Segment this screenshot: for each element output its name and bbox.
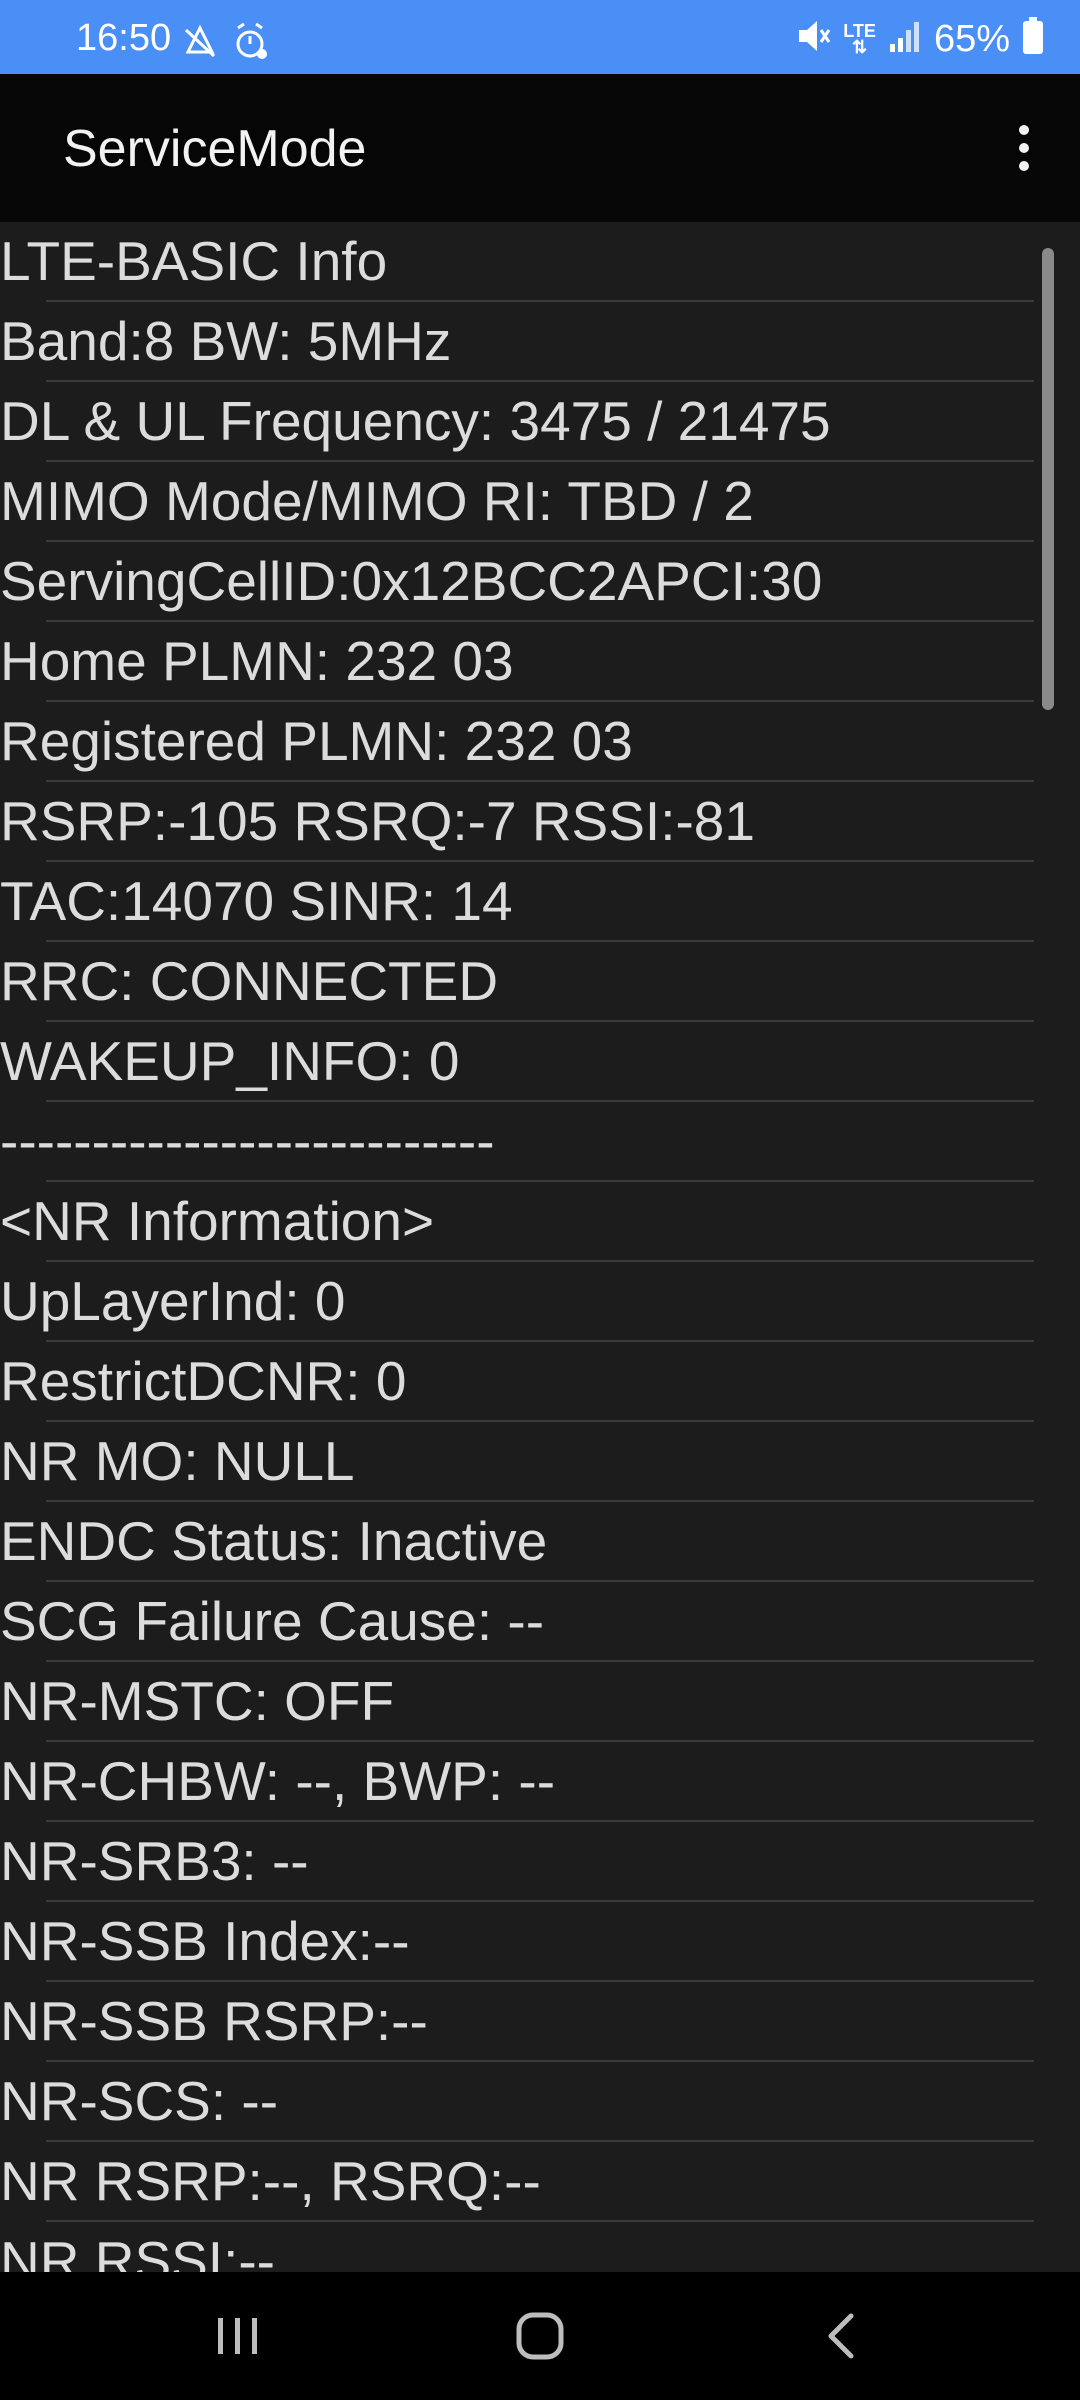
list-item: ENDC Status: Inactive bbox=[0, 1502, 1080, 1582]
list-item-text: NR RSRP:--, RSRQ:-- bbox=[0, 2150, 541, 2212]
navigation-bar bbox=[0, 2272, 1080, 2400]
list-item-text: WAKEUP_INFO: 0 bbox=[0, 1030, 460, 1092]
status-bar: 16:50 LTE ⇅ 65% bbox=[0, 0, 1080, 74]
list-item-text: NR-SCS: -- bbox=[0, 2070, 279, 2132]
no-sim-alert-icon bbox=[180, 22, 220, 67]
list-item: MIMO Mode/MIMO RI: TBD / 2 bbox=[0, 462, 1080, 542]
list-item: NR-SRB3: -- bbox=[0, 1822, 1080, 1902]
list-item: WAKEUP_INFO: 0 bbox=[0, 1022, 1080, 1102]
list-item-text: --------------------------- bbox=[0, 1110, 495, 1172]
list-item-text: ENDC Status: Inactive bbox=[0, 1510, 548, 1572]
list-item-text: NR-SRB3: -- bbox=[0, 1830, 309, 1892]
scrollbar-thumb[interactable] bbox=[1042, 248, 1054, 710]
list-item-text: UpLayerInd: 0 bbox=[0, 1270, 346, 1332]
back-button[interactable] bbox=[807, 2306, 877, 2366]
network-type-label: LTE bbox=[843, 20, 876, 41]
alarm-settings-icon bbox=[234, 22, 270, 67]
list-item-text: <NR Information> bbox=[0, 1190, 435, 1252]
list-item: UpLayerInd: 0 bbox=[0, 1262, 1080, 1342]
list-item-text: RRC: CONNECTED bbox=[0, 950, 499, 1012]
home-button[interactable] bbox=[505, 2306, 575, 2366]
list-item-text: NR-CHBW: --, BWP: -- bbox=[0, 1750, 556, 1812]
list-item: RSRP:-105 RSRQ:-7 RSSI:-81 bbox=[0, 782, 1080, 862]
list-item-text: ServingCellID:0x12BCC2APCI:30 bbox=[0, 550, 823, 612]
battery-percent: 65% bbox=[933, 17, 1010, 60]
back-icon bbox=[828, 2313, 854, 2359]
list-item-text: NR-SSB RSRP:-- bbox=[0, 1990, 428, 2052]
mute-icon bbox=[795, 16, 831, 61]
app-title: ServiceMode bbox=[63, 120, 367, 178]
list-item: SCG Failure Cause: -- bbox=[0, 1582, 1080, 1662]
list-item-text: DL & UL Frequency: 3475 / 21475 bbox=[0, 390, 831, 452]
list-item-text: NR RSSI:-- bbox=[0, 2230, 275, 2272]
list-item-text: RestrictDCNR: 0 bbox=[0, 1350, 407, 1412]
signal-strength-icon bbox=[888, 18, 922, 59]
list-item: NR-CHBW: --, BWP: -- bbox=[0, 1742, 1080, 1822]
list-item-text: Band:8 BW: 5MHz bbox=[0, 310, 452, 372]
list-item: <NR Information> bbox=[0, 1182, 1080, 1262]
list-item: --------------------------- bbox=[0, 1102, 1080, 1182]
list-item: NR RSRP:--, RSRQ:-- bbox=[0, 2142, 1080, 2222]
status-left-icons bbox=[180, 22, 270, 67]
overflow-menu-button[interactable] bbox=[996, 118, 1052, 178]
list-item-text: NR-MSTC: OFF bbox=[0, 1670, 395, 1732]
list-item: ServingCellID:0x12BCC2APCI:30 bbox=[0, 542, 1080, 622]
overflow-menu-icon bbox=[1019, 125, 1029, 171]
list-item: Home PLMN: 232 03 bbox=[0, 622, 1080, 702]
recent-apps-button[interactable] bbox=[203, 2306, 273, 2366]
list-item-text: NR MO: NULL bbox=[0, 1430, 355, 1492]
lte-data-icon: LTE ⇅ bbox=[843, 20, 876, 57]
list-item: TAC:14070 SINR: 14 bbox=[0, 862, 1080, 942]
list-item: NR-SSB Index:-- bbox=[0, 1902, 1080, 1982]
list-item-text: Registered PLMN: 232 03 bbox=[0, 710, 633, 772]
home-icon bbox=[516, 2312, 564, 2360]
battery-icon bbox=[1022, 17, 1044, 60]
list-item: Registered PLMN: 232 03 bbox=[0, 702, 1080, 782]
list-item: LTE-BASIC Info bbox=[0, 222, 1080, 302]
list-item: NR RSSI:-- bbox=[0, 2222, 1080, 2272]
list-item: Band:8 BW: 5MHz bbox=[0, 302, 1080, 382]
list-item-text: SCG Failure Cause: -- bbox=[0, 1590, 545, 1652]
list-item-text: LTE-BASIC Info bbox=[0, 230, 388, 292]
status-right-icons: LTE ⇅ 65% bbox=[795, 16, 1044, 61]
info-list[interactable]: LTE-BASIC Info Band:8 BW: 5MHz DL & UL F… bbox=[0, 222, 1080, 2272]
list-item-text: RSRP:-105 RSRQ:-7 RSSI:-81 bbox=[0, 790, 755, 852]
list-item: RestrictDCNR: 0 bbox=[0, 1342, 1080, 1422]
recent-apps-icon bbox=[218, 2318, 257, 2354]
list-item: DL & UL Frequency: 3475 / 21475 bbox=[0, 382, 1080, 462]
list-item-text: Home PLMN: 232 03 bbox=[0, 630, 514, 692]
list-item: NR-SSB RSRP:-- bbox=[0, 1982, 1080, 2062]
list-item-text: TAC:14070 SINR: 14 bbox=[0, 870, 513, 932]
list-item: NR-MSTC: OFF bbox=[0, 1662, 1080, 1742]
list-item-text: MIMO Mode/MIMO RI: TBD / 2 bbox=[0, 470, 754, 532]
list-item: NR-SCS: -- bbox=[0, 2062, 1080, 2142]
list-item-text: NR-SSB Index:-- bbox=[0, 1910, 410, 1972]
app-bar: ServiceMode bbox=[0, 74, 1080, 222]
list-item: NR MO: NULL bbox=[0, 1422, 1080, 1502]
status-time: 16:50 bbox=[76, 17, 172, 59]
list-item: RRC: CONNECTED bbox=[0, 942, 1080, 1022]
